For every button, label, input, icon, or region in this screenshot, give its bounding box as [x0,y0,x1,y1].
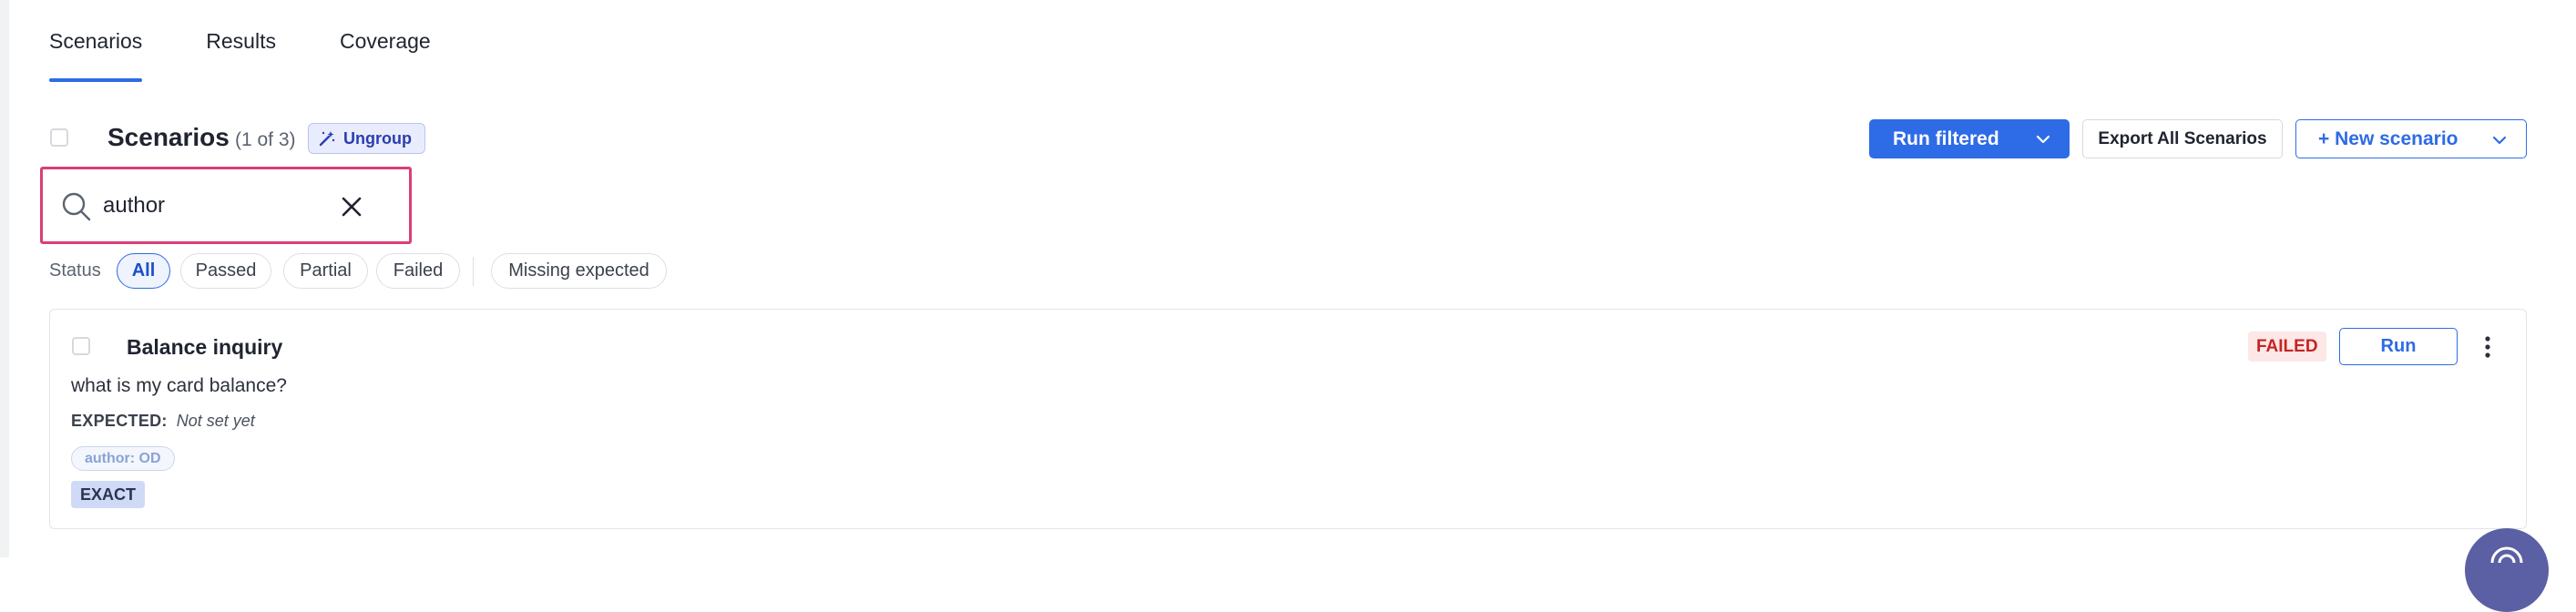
magic-wand-icon [319,131,335,147]
search-icon [62,192,91,221]
run-scenario-button[interactable]: Run [2339,328,2458,365]
help-chat-bubble[interactable] [2465,528,2549,612]
left-gutter [0,0,9,557]
status-filter-label: Status [49,260,101,280]
chat-icon [2490,546,2523,563]
new-scenario-label: + New scenario [2318,128,2458,149]
status-chip-failed[interactable]: Failed [376,253,460,289]
run-filtered-label: Run filtered [1893,128,1999,149]
select-all-checkbox[interactable] [50,128,68,147]
filter-divider [473,257,474,286]
status-chip-passed[interactable]: Passed [180,253,271,289]
more-vertical-icon[interactable] [2479,333,2497,361]
tab-coverage[interactable]: Coverage [340,0,431,82]
search-input[interactable] [103,189,331,222]
scenario-card: Balance inquiry what is my card balance?… [49,309,2527,529]
status-chip-partial[interactable]: Partial [283,253,368,289]
search-box [40,167,412,244]
tab-scenarios[interactable]: Scenarios [49,0,143,82]
tab-bar: Scenarios Results Coverage [49,0,495,82]
page-title: Scenarios [107,123,230,151]
new-scenario-button[interactable]: + New scenario [2295,119,2527,158]
scenario-title[interactable]: Balance inquiry [127,335,282,360]
chevron-down-icon[interactable] [2491,132,2508,148]
ungroup-label: Ungroup [343,128,412,148]
author-tag[interactable]: author: OD [71,446,175,471]
status-chip-missing-expected[interactable]: Missing expected [491,253,667,289]
run-filtered-button[interactable]: Run filtered [1869,119,2070,158]
tab-results[interactable]: Results [206,0,276,82]
expected-value: Not set yet [176,412,255,430]
chevron-down-icon[interactable] [2035,131,2051,148]
scenario-question: what is my card balance? [71,375,287,396]
scenario-checkbox[interactable] [72,337,90,355]
match-type-badge: EXACT [71,481,146,508]
status-badge: FAILED [2248,332,2326,362]
close-icon[interactable] [340,195,363,219]
status-chip-all[interactable]: All [117,253,170,289]
scenario-expected: EXPECTED: Not set yet [71,412,255,431]
expected-label: EXPECTED: [71,412,168,430]
export-all-scenarios-button[interactable]: Export All Scenarios [2082,119,2283,158]
scenario-count: (1 of 3) [235,129,296,150]
ungroup-button[interactable]: Ungroup [308,123,425,154]
